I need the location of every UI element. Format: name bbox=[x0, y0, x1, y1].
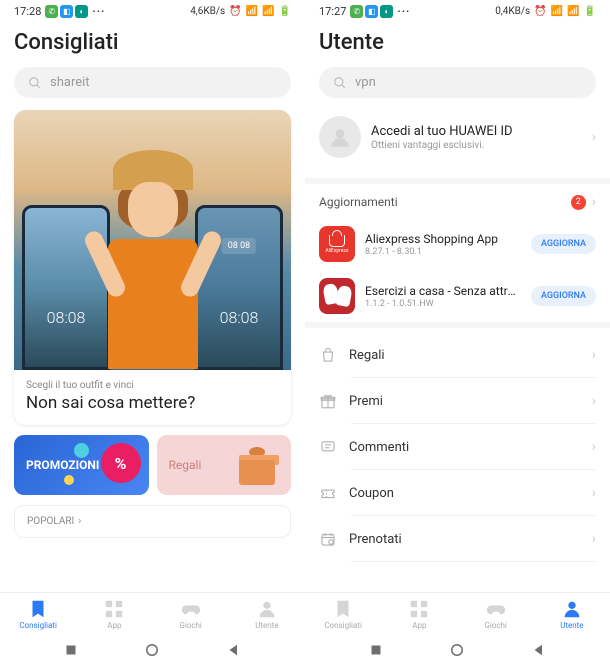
aliexpress-icon: AliExpress bbox=[319, 226, 355, 262]
promo-card-promozioni[interactable]: % PROMOZIONI bbox=[14, 435, 149, 495]
apps-icon bbox=[103, 598, 125, 620]
chevron-right-icon: › bbox=[592, 129, 596, 145]
back-button[interactable] bbox=[530, 641, 548, 659]
signal-icon: 📶 bbox=[551, 6, 563, 17]
home-button[interactable] bbox=[143, 641, 161, 659]
menu-prenotati[interactable]: Prenotati › bbox=[305, 516, 610, 562]
app-icon: ◐ bbox=[75, 5, 88, 18]
status-bar: 17:28 ✆ ◧ ◐ ··· 4,6KB/s ⏰ 📶 📶 🔋 bbox=[0, 0, 305, 22]
update-button[interactable]: AGGIORNA bbox=[531, 234, 596, 254]
system-nav bbox=[305, 633, 610, 667]
updates-header[interactable]: Aggiornamenti 2 › bbox=[305, 178, 610, 218]
app-icon: ◧ bbox=[365, 5, 378, 18]
update-button[interactable]: AGGIORNA bbox=[531, 286, 596, 306]
nav-consigliati[interactable]: Consigliati bbox=[305, 596, 381, 632]
chevron-right-icon: › bbox=[592, 531, 596, 547]
coupon-icon bbox=[319, 484, 337, 502]
workout-icon bbox=[319, 278, 355, 314]
nav-app[interactable]: App bbox=[381, 596, 457, 632]
network-speed: 0,4KB/s bbox=[495, 6, 530, 17]
alarm-icon: ⏰ bbox=[229, 6, 241, 17]
chevron-right-icon: › bbox=[592, 393, 596, 409]
chevron-right-icon: › bbox=[592, 347, 596, 363]
user-icon bbox=[561, 598, 583, 620]
bottom-nav: Consigliati App Giochi Utente bbox=[305, 592, 610, 633]
search-input[interactable]: shareit bbox=[14, 67, 291, 98]
updates-badge: 2 bbox=[571, 195, 586, 210]
account-subtitle: Ottieni vantaggi esclusivi. bbox=[371, 140, 582, 151]
status-time: 17:28 bbox=[14, 5, 41, 18]
battery-icon: 🔋 bbox=[279, 6, 291, 17]
promo-card-regali[interactable]: Regali bbox=[157, 435, 292, 495]
bottom-nav: Consigliati App Giochi Utente bbox=[0, 592, 305, 633]
status-bar: 17:27 ✆ ◧ ◐ ··· 0,4KB/s ⏰ 📶 📶 🔋 bbox=[305, 0, 610, 22]
hero-subtitle: Scegli il tuo outfit e vinci bbox=[26, 380, 279, 391]
bag-icon bbox=[319, 346, 337, 364]
screen-utente: 17:27 ✆ ◧ ◐ ··· 0,4KB/s ⏰ 📶 📶 🔋 Utente v… bbox=[305, 0, 610, 667]
popular-section[interactable]: POPOLARI › bbox=[14, 505, 291, 538]
menu-coupon[interactable]: Coupon › bbox=[305, 470, 610, 516]
home-button[interactable] bbox=[448, 641, 466, 659]
search-input[interactable]: vpn bbox=[319, 67, 596, 98]
recent-button[interactable] bbox=[367, 641, 385, 659]
chevron-right-icon: › bbox=[592, 485, 596, 501]
back-button[interactable] bbox=[225, 641, 243, 659]
screen-consigliati: 17:28 ✆ ◧ ◐ ··· 4,6KB/s ⏰ 📶 📶 🔋 Consigli… bbox=[0, 0, 305, 667]
promo-label: PROMOZIONI bbox=[26, 458, 99, 472]
search-placeholder: shareit bbox=[50, 75, 90, 90]
gift-icon bbox=[239, 445, 279, 485]
user-icon bbox=[256, 598, 278, 620]
hero-card[interactable]: 08:08 08 0808:08 Scegli il tuo outfit e … bbox=[14, 110, 291, 425]
nav-app[interactable]: App bbox=[76, 596, 152, 632]
alarm-icon: ⏰ bbox=[534, 6, 546, 17]
status-time: 17:27 bbox=[319, 5, 346, 18]
nav-utente[interactable]: Utente bbox=[229, 596, 305, 632]
hero-image: 08:08 08 0808:08 bbox=[14, 110, 291, 370]
apps-icon bbox=[408, 598, 430, 620]
menu-commenti[interactable]: Commenti › bbox=[305, 424, 610, 470]
more-icon: ··· bbox=[92, 5, 105, 18]
chevron-right-icon: › bbox=[592, 194, 596, 210]
menu-premi[interactable]: Premi › bbox=[305, 378, 610, 424]
gamepad-icon bbox=[180, 598, 202, 620]
app-icon: ◐ bbox=[380, 5, 393, 18]
menu-regali[interactable]: Regali › bbox=[305, 332, 610, 378]
gift-icon bbox=[319, 392, 337, 410]
whatsapp-icon: ✆ bbox=[45, 5, 58, 18]
page-title: Utente bbox=[305, 22, 610, 67]
battery-icon: 🔋 bbox=[584, 6, 596, 17]
system-nav bbox=[0, 633, 305, 667]
search-icon bbox=[333, 76, 347, 90]
bookmark-icon bbox=[27, 598, 49, 620]
network-speed: 4,6KB/s bbox=[190, 6, 225, 17]
signal-icon: 📶 bbox=[246, 6, 258, 17]
hero-title: Non sai cosa mettere? bbox=[26, 393, 279, 413]
gamepad-icon bbox=[485, 598, 507, 620]
nav-giochi[interactable]: Giochi bbox=[153, 596, 229, 632]
nav-giochi[interactable]: Giochi bbox=[458, 596, 534, 632]
update-item[interactable]: Esercizi a casa - Senza attrezzature 1.1… bbox=[305, 270, 610, 322]
whatsapp-icon: ✆ bbox=[350, 5, 363, 18]
search-icon bbox=[28, 76, 42, 90]
page-title: Consigliati bbox=[0, 22, 305, 67]
recent-button[interactable] bbox=[62, 641, 80, 659]
nav-consigliati[interactable]: Consigliati bbox=[0, 596, 76, 632]
nav-utente[interactable]: Utente bbox=[534, 596, 610, 632]
account-title: Accedi al tuo HUAWEI ID bbox=[371, 124, 582, 139]
comment-icon bbox=[319, 438, 337, 456]
chevron-right-icon: › bbox=[78, 516, 81, 527]
app-icon: ◧ bbox=[60, 5, 73, 18]
chevron-right-icon: › bbox=[592, 439, 596, 455]
bookmark-icon bbox=[332, 598, 354, 620]
account-login[interactable]: Accedi al tuo HUAWEI ID Ottieni vantaggi… bbox=[319, 110, 596, 164]
wifi-icon: 📶 bbox=[262, 6, 274, 17]
wifi-icon: 📶 bbox=[567, 6, 579, 17]
update-item[interactable]: AliExpress Aliexpress Shopping App 8.27.… bbox=[305, 218, 610, 270]
promo-label: Regali bbox=[169, 458, 202, 472]
calendar-icon bbox=[319, 530, 337, 548]
search-placeholder: vpn bbox=[355, 75, 376, 90]
more-icon: ··· bbox=[397, 5, 410, 18]
avatar-placeholder bbox=[319, 116, 361, 158]
